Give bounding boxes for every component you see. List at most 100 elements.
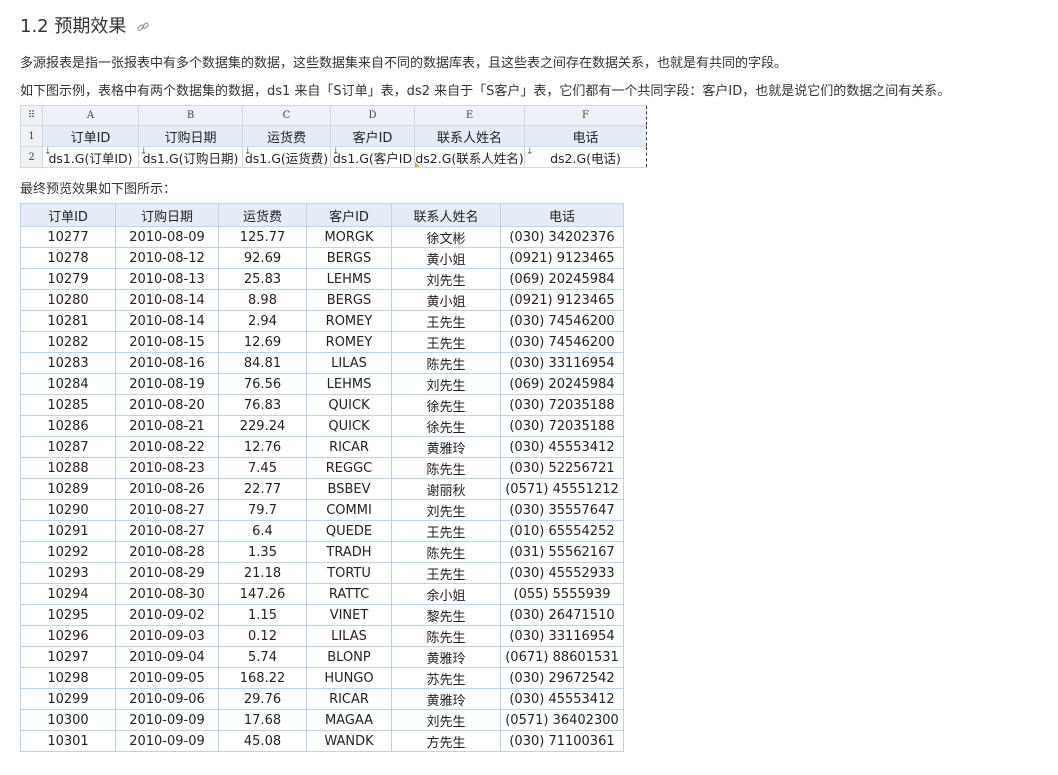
table-cell: 10281 <box>20 310 116 332</box>
table-cell: 168.22 <box>218 667 307 689</box>
table-cell: 陈先生 <box>391 352 501 374</box>
sheet-cell[interactable]: ↓ ds1.G(订单ID) <box>42 146 139 168</box>
table-cell: 2010-08-16 <box>115 352 219 374</box>
result-header-cell: 运货费 <box>218 203 307 227</box>
sheet-cell[interactable]: 电话 <box>524 125 647 147</box>
table-cell: 10300 <box>20 709 116 731</box>
cell-expression: ds1.G(订购日期) <box>142 150 239 166</box>
table-row: 10280 2010-08-14 8.98 BERGS 黄小姐 (0921) 912346… <box>20 289 624 311</box>
sheet-cell[interactable]: 运货费 <box>242 125 331 147</box>
table-cell: 10296 <box>20 625 116 647</box>
table-cell: (069) 20245984 <box>500 268 624 290</box>
table-row: 10287 2010-08-22 12.76 RICAR 黄雅玲 (030) 455534… <box>20 436 624 458</box>
table-cell: 1.15 <box>218 604 307 626</box>
sheet-cell[interactable]: 订购日期 <box>138 125 243 147</box>
example-paragraph: 如下图示例，表格中有两个数据集的数据，ds1 来自「S订单」表，ds2 来自于「… <box>20 84 951 99</box>
table-cell: 2010-08-14 <box>115 310 219 332</box>
table-cell: (030) 29672542 <box>500 667 624 689</box>
column-header[interactable]: B <box>138 105 243 126</box>
table-cell: 刘先生 <box>391 709 501 731</box>
sheet-cell[interactable]: ↓ ds2.G(电话) <box>524 146 647 168</box>
table-cell: 7.45 <box>218 457 307 479</box>
table-cell: (055) 5555939 <box>500 583 624 605</box>
column-header[interactable]: E <box>414 105 525 126</box>
preview-result-table: 订单ID 订购日期 运货费 客户ID 联系人姓名 电话 10277 2010-08… <box>20 203 624 752</box>
table-row: 10296 2010-09-03 0.12 LILAS 陈先生 (030) 3311695… <box>20 625 624 647</box>
table-row: 10295 2010-09-02 1.15 VINET 黎先生 (030) 2647151… <box>20 604 624 626</box>
cell-expression: ds1.G(运货费) <box>244 150 329 166</box>
table-cell: 21.18 <box>218 562 307 584</box>
table-cell: LEHMS <box>306 268 392 290</box>
table-cell: LILAS <box>306 625 392 647</box>
table-cell: 黄雅玲 <box>391 688 501 710</box>
table-row: 10293 2010-08-29 21.18 TORTU 王先生 (030) 455529… <box>20 562 624 584</box>
table-cell: 2010-08-30 <box>115 583 219 605</box>
table-cell: 2010-08-09 <box>115 226 219 248</box>
table-cell: BLONP <box>306 646 392 668</box>
table-cell: 2010-09-09 <box>115 730 219 752</box>
table-cell: 45.08 <box>218 730 307 752</box>
table-row: 10297 2010-09-04 5.74 BLONP 黄雅玲 (0671) 886015… <box>20 646 624 668</box>
section-title: 1.2 预期效果 <box>20 16 127 37</box>
table-cell: 黄小姐 <box>391 247 501 269</box>
table-cell: 黎先生 <box>391 604 501 626</box>
sheet-corner[interactable]: ⠿ <box>20 105 43 126</box>
table-row: 10288 2010-08-23 7.45 REGGC 陈先生 (030) 5225672… <box>20 457 624 479</box>
column-header[interactable]: A <box>42 105 139 126</box>
table-cell: 黄雅玲 <box>391 646 501 668</box>
table-cell: 2.94 <box>218 310 307 332</box>
column-header[interactable]: D <box>330 105 415 126</box>
table-cell: 10295 <box>20 604 116 626</box>
sheet-cell[interactable]: ↓ ds1.G(客户ID <box>330 146 415 168</box>
table-cell: 徐先生 <box>391 415 501 437</box>
table-cell: REGGC <box>306 457 392 479</box>
sheet-cell[interactable]: 联系人姓名 <box>414 125 525 147</box>
table-cell: TRADH <box>306 541 392 563</box>
sheet-cell[interactable]: 订单ID <box>42 125 139 147</box>
table-cell: 10278 <box>20 247 116 269</box>
table-cell: 29.76 <box>218 688 307 710</box>
table-cell: 10289 <box>20 478 116 500</box>
row-header[interactable]: 2 <box>20 146 43 168</box>
row-header[interactable]: 1 <box>20 125 43 147</box>
table-cell: 苏先生 <box>391 667 501 689</box>
table-cell: 刘先生 <box>391 268 501 290</box>
table-cell: 2010-09-02 <box>115 604 219 626</box>
table-cell: QUEDE <box>306 520 392 542</box>
table-cell: 王先生 <box>391 310 501 332</box>
result-header-cell: 联系人姓名 <box>391 203 501 227</box>
table-cell: VINET <box>306 604 392 626</box>
sheet-cell[interactable]: ↓ ds1.G(运货费) <box>242 146 331 168</box>
table-cell: (030) 45552933 <box>500 562 624 584</box>
sheet-cell[interactable]: ds2.G(联系人姓名) <box>414 146 525 168</box>
table-cell: (030) 26471510 <box>500 604 624 626</box>
table-cell: 10294 <box>20 583 116 605</box>
table-cell: (0571) 36402300 <box>500 709 624 731</box>
table-cell: 10279 <box>20 268 116 290</box>
table-cell: 2010-08-22 <box>115 436 219 458</box>
column-header[interactable]: C <box>242 105 331 126</box>
table-cell: 84.81 <box>218 352 307 374</box>
table-cell: 147.26 <box>218 583 307 605</box>
table-cell: BERGS <box>306 289 392 311</box>
table-cell: 10292 <box>20 541 116 563</box>
table-cell: (030) 33116954 <box>500 352 624 374</box>
table-cell: 12.76 <box>218 436 307 458</box>
table-cell: 76.83 <box>218 394 307 416</box>
table-cell: 6.4 <box>218 520 307 542</box>
sheet-cell[interactable]: ↓ ds1.G(订购日期) <box>138 146 243 168</box>
table-cell: 10277 <box>20 226 116 248</box>
intro-paragraph: 多源报表是指一张报表中有多个数据集的数据，这些数据集来自不同的数据库表，且这些表… <box>20 56 788 71</box>
cell-expression: ds2.G(电话) <box>550 150 621 166</box>
table-cell: 2010-09-03 <box>115 625 219 647</box>
table-cell: (069) 20245984 <box>500 373 624 395</box>
table-cell: BSBEV <box>306 478 392 500</box>
column-header[interactable]: F <box>524 105 647 126</box>
table-cell: 徐先生 <box>391 394 501 416</box>
result-header-cell: 客户ID <box>306 203 392 227</box>
table-cell: 10288 <box>20 457 116 479</box>
table-cell: 10297 <box>20 646 116 668</box>
sheet-cell[interactable]: 客户ID <box>330 125 415 147</box>
link-icon[interactable] <box>136 18 150 32</box>
table-cell: 刘先生 <box>391 499 501 521</box>
